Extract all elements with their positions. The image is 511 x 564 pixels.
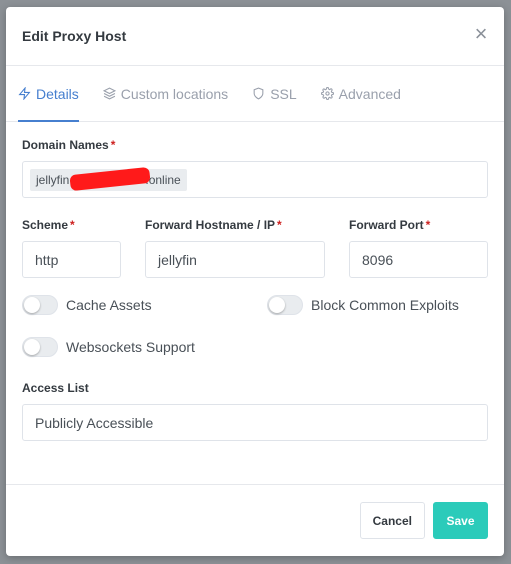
required-mark: * (110, 138, 116, 152)
forward-hostname-input[interactable]: jellyfin (145, 241, 325, 278)
cache-assets-switch[interactable] (22, 295, 58, 315)
access-list-label: Access List (22, 381, 89, 395)
close-icon[interactable]: × (472, 23, 490, 45)
tab-bar: Details Custom locations SSL Advanced (6, 66, 504, 122)
websockets-label: Websockets Support (66, 339, 195, 355)
required-mark: * (425, 218, 431, 232)
required-mark: * (277, 218, 282, 232)
tab-ssl-label: SSL (270, 85, 297, 102)
lightning-icon (18, 87, 31, 100)
tab-ssl[interactable]: SSL (252, 66, 297, 121)
gear-icon (320, 87, 334, 100)
access-list-select[interactable]: Publicly Accessible (22, 404, 488, 441)
tab-advanced[interactable]: Advanced (320, 66, 401, 121)
modal-title: Edit Proxy Host (22, 28, 127, 44)
required-mark: * (70, 218, 75, 232)
websockets-switch[interactable] (22, 337, 58, 357)
forward-hostname-label: Forward Hostname / IP * (145, 218, 282, 232)
domain-names-input[interactable]: jellyfin .online (22, 161, 488, 198)
domain-tag-suffix: .online (145, 172, 181, 187)
shield-icon (253, 87, 264, 100)
tab-custom-locations-label: Custom locations (120, 85, 229, 102)
websockets-toggle[interactable]: Websockets Support (22, 337, 195, 357)
forward-port-label: Forward Port * (349, 218, 431, 232)
domain-names-label: Domain Names * (22, 138, 116, 152)
form-body: Domain Names * jellyfin .online Scheme * h… (6, 122, 504, 441)
block-exploits-toggle[interactable]: Block Common Exploits (267, 295, 459, 315)
domain-tag[interactable]: jellyfin .online (30, 166, 187, 191)
cancel-button[interactable]: Cancel (359, 502, 425, 539)
tab-custom-locations[interactable]: Custom locations (102, 66, 229, 121)
forward-port-input[interactable]: 8096 (349, 241, 488, 278)
save-button[interactable]: Save (433, 502, 488, 539)
block-exploits-label: Block Common Exploits (311, 297, 459, 313)
cache-assets-label: Cache Assets (66, 297, 152, 313)
modal-header: Edit Proxy Host × (6, 7, 504, 66)
scheme-label: Scheme * (22, 218, 75, 232)
edit-proxy-host-modal: Edit Proxy Host × Details Custom locatio… (6, 7, 504, 556)
layers-icon (102, 87, 116, 100)
tab-details[interactable]: Details (18, 66, 79, 122)
tab-details-label: Details (36, 85, 79, 102)
redaction-mark (69, 166, 151, 191)
tab-advanced-label: Advanced (338, 85, 401, 102)
block-exploits-switch[interactable] (267, 295, 303, 315)
scheme-input[interactable]: http (22, 241, 121, 278)
domain-tag-prefix: jellyfin (36, 172, 70, 187)
modal-footer: Cancel Save (6, 484, 504, 556)
cache-assets-toggle[interactable]: Cache Assets (22, 295, 267, 315)
